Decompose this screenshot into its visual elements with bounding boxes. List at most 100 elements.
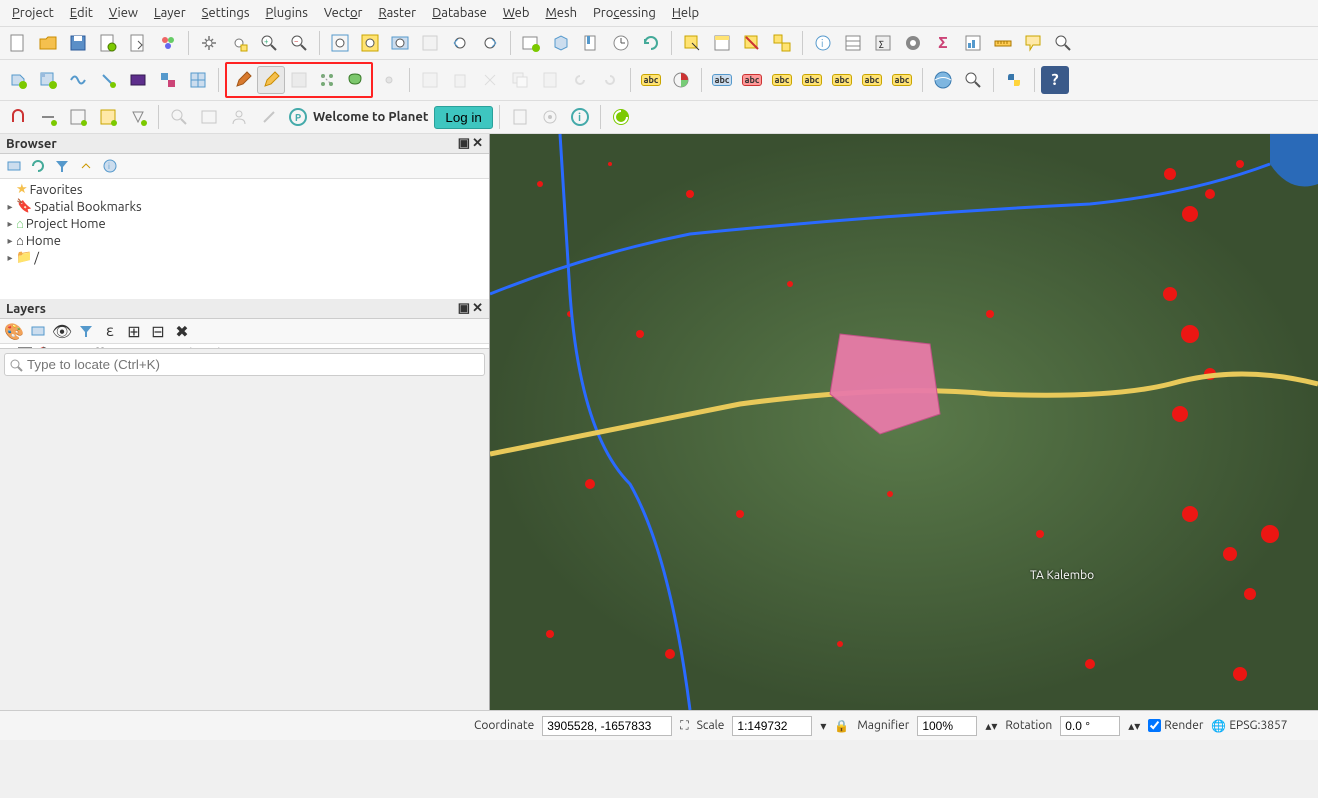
paste-icon[interactable] [536, 66, 564, 94]
zoom-next-icon[interactable] [476, 29, 504, 57]
pan-icon[interactable] [195, 29, 223, 57]
new-memory-icon[interactable] [184, 66, 212, 94]
browser-home[interactable]: ▸⌂Home [0, 232, 489, 249]
zoom-in-icon[interactable]: + [255, 29, 283, 57]
crs-button[interactable]: 🌐EPSG:3857 [1211, 719, 1287, 733]
new-shapefile-icon[interactable] [64, 66, 92, 94]
planet-login-button[interactable]: Log in [434, 106, 492, 129]
select-value-icon[interactable] [708, 29, 736, 57]
menu-database[interactable]: Database [424, 2, 495, 24]
search-icon[interactable] [165, 103, 193, 131]
identify-icon[interactable]: i [809, 29, 837, 57]
zoom-last-icon[interactable] [446, 29, 474, 57]
zoom-out-icon[interactable]: − [285, 29, 313, 57]
expression-icon[interactable]: ε [100, 321, 120, 341]
new-print-layout-icon[interactable] [94, 29, 122, 57]
scale-dropdown-icon[interactable]: ▾ [820, 719, 826, 733]
menu-raster[interactable]: Raster [370, 2, 424, 24]
temporal-icon[interactable] [607, 29, 635, 57]
menu-mesh[interactable]: Mesh [537, 2, 585, 24]
current-edits-icon[interactable] [229, 66, 257, 94]
undock-icon[interactable]: ▣ [458, 136, 470, 151]
add-layer-icon[interactable] [4, 156, 24, 176]
menu-view[interactable]: View [101, 2, 146, 24]
add-feature-icon[interactable] [313, 66, 341, 94]
new-project-icon[interactable] [4, 29, 32, 57]
osm-icon[interactable] [929, 66, 957, 94]
help-icon[interactable]: ? [1041, 66, 1069, 94]
browser-bookmarks[interactable]: ▸🔖Spatial Bookmarks [0, 198, 489, 215]
label-props-icon[interactable]: abc [888, 66, 916, 94]
delete-icon[interactable] [446, 66, 474, 94]
label-highlight-icon[interactable]: abc [708, 66, 736, 94]
qgis-logo-icon[interactable] [607, 103, 635, 131]
save-icon[interactable] [64, 29, 92, 57]
browser-root[interactable]: ▸📁/ [0, 249, 489, 266]
menu-settings[interactable]: Settings [194, 2, 258, 24]
mag-spinner-icon[interactable]: ▴▾ [985, 719, 997, 733]
browser-favorites[interactable]: ★Favorites [0, 181, 489, 198]
refresh-icon[interactable] [637, 29, 665, 57]
new-bookmark-icon[interactable] [577, 29, 605, 57]
filter-browser-icon[interactable] [52, 156, 72, 176]
zoom-full-icon[interactable] [326, 29, 354, 57]
label-rotate-icon[interactable]: abc [828, 66, 856, 94]
modify-attr-icon[interactable] [416, 66, 444, 94]
add-group-icon[interactable] [28, 321, 48, 341]
undock-layers-icon[interactable]: ▣ [458, 301, 470, 316]
select-all-icon[interactable] [768, 29, 796, 57]
map-icon[interactable] [195, 103, 223, 131]
browser-tree[interactable]: ★Favorites ▸🔖Spatial Bookmarks ▸⌂Project… [0, 179, 489, 299]
close-layers-icon[interactable]: ✕ [472, 301, 483, 316]
coord-input[interactable] [542, 716, 672, 736]
add-vector-icon[interactable] [4, 66, 32, 94]
attributes-icon[interactable] [839, 29, 867, 57]
new-gpkg-icon[interactable] [124, 66, 152, 94]
stats-panel-icon[interactable] [959, 29, 987, 57]
new-map-view-icon[interactable] [517, 29, 545, 57]
snap-opts-icon[interactable] [34, 103, 62, 131]
pan-to-selection-icon[interactable] [225, 29, 253, 57]
close-icon[interactable]: ✕ [472, 136, 483, 151]
select-features-icon[interactable] [678, 29, 706, 57]
map-tips-icon[interactable] [1019, 29, 1047, 57]
menu-edit[interactable]: Edit [62, 2, 101, 24]
copy-icon[interactable] [506, 66, 534, 94]
extents-icon[interactable]: ⛶ [680, 719, 688, 733]
undo-icon[interactable] [566, 66, 594, 94]
save-edits-icon[interactable] [285, 66, 313, 94]
vertex-tool-icon[interactable] [375, 66, 403, 94]
deselect-icon[interactable] [738, 29, 766, 57]
expand-all-icon[interactable]: ⊞ [124, 321, 144, 341]
zoom-selection-icon[interactable] [356, 29, 384, 57]
topo-edit-icon[interactable] [64, 103, 92, 131]
map-canvas[interactable]: TA Kalembo [490, 134, 1318, 710]
visibility-icon[interactable]: 👁 [52, 321, 72, 341]
brush-icon[interactable] [255, 103, 283, 131]
trace-icon[interactable] [94, 103, 122, 131]
add-polygon-icon[interactable] [341, 66, 369, 94]
label-abc-icon[interactable]: abc [637, 66, 665, 94]
add-raster-icon[interactable] [34, 66, 62, 94]
locator-input[interactable] [4, 353, 485, 376]
python-icon[interactable] [1000, 66, 1028, 94]
menu-help[interactable]: Help [664, 2, 707, 24]
scale-input[interactable] [732, 716, 812, 736]
new-spatlite-icon[interactable] [94, 66, 122, 94]
rotation-input[interactable] [1060, 716, 1120, 736]
filter-layers-icon[interactable] [76, 321, 96, 341]
avoid-overlap-icon[interactable] [124, 103, 152, 131]
menu-processing[interactable]: Processing [585, 2, 664, 24]
collapse-icon[interactable] [76, 156, 96, 176]
collapse-all-icon[interactable]: ⊟ [148, 321, 168, 341]
label-show-icon[interactable]: abc [768, 66, 796, 94]
diagram-icon[interactable] [667, 66, 695, 94]
annotation-icon[interactable] [1049, 29, 1077, 57]
info-icon[interactable]: i [566, 103, 594, 131]
statistics-icon[interactable]: Σ [929, 29, 957, 57]
menu-project[interactable]: Project [4, 2, 62, 24]
menu-layer[interactable]: Layer [146, 2, 194, 24]
user-icon[interactable] [225, 103, 253, 131]
style-layer-icon[interactable]: 🎨 [4, 321, 24, 341]
magnifier-input[interactable] [917, 716, 977, 736]
